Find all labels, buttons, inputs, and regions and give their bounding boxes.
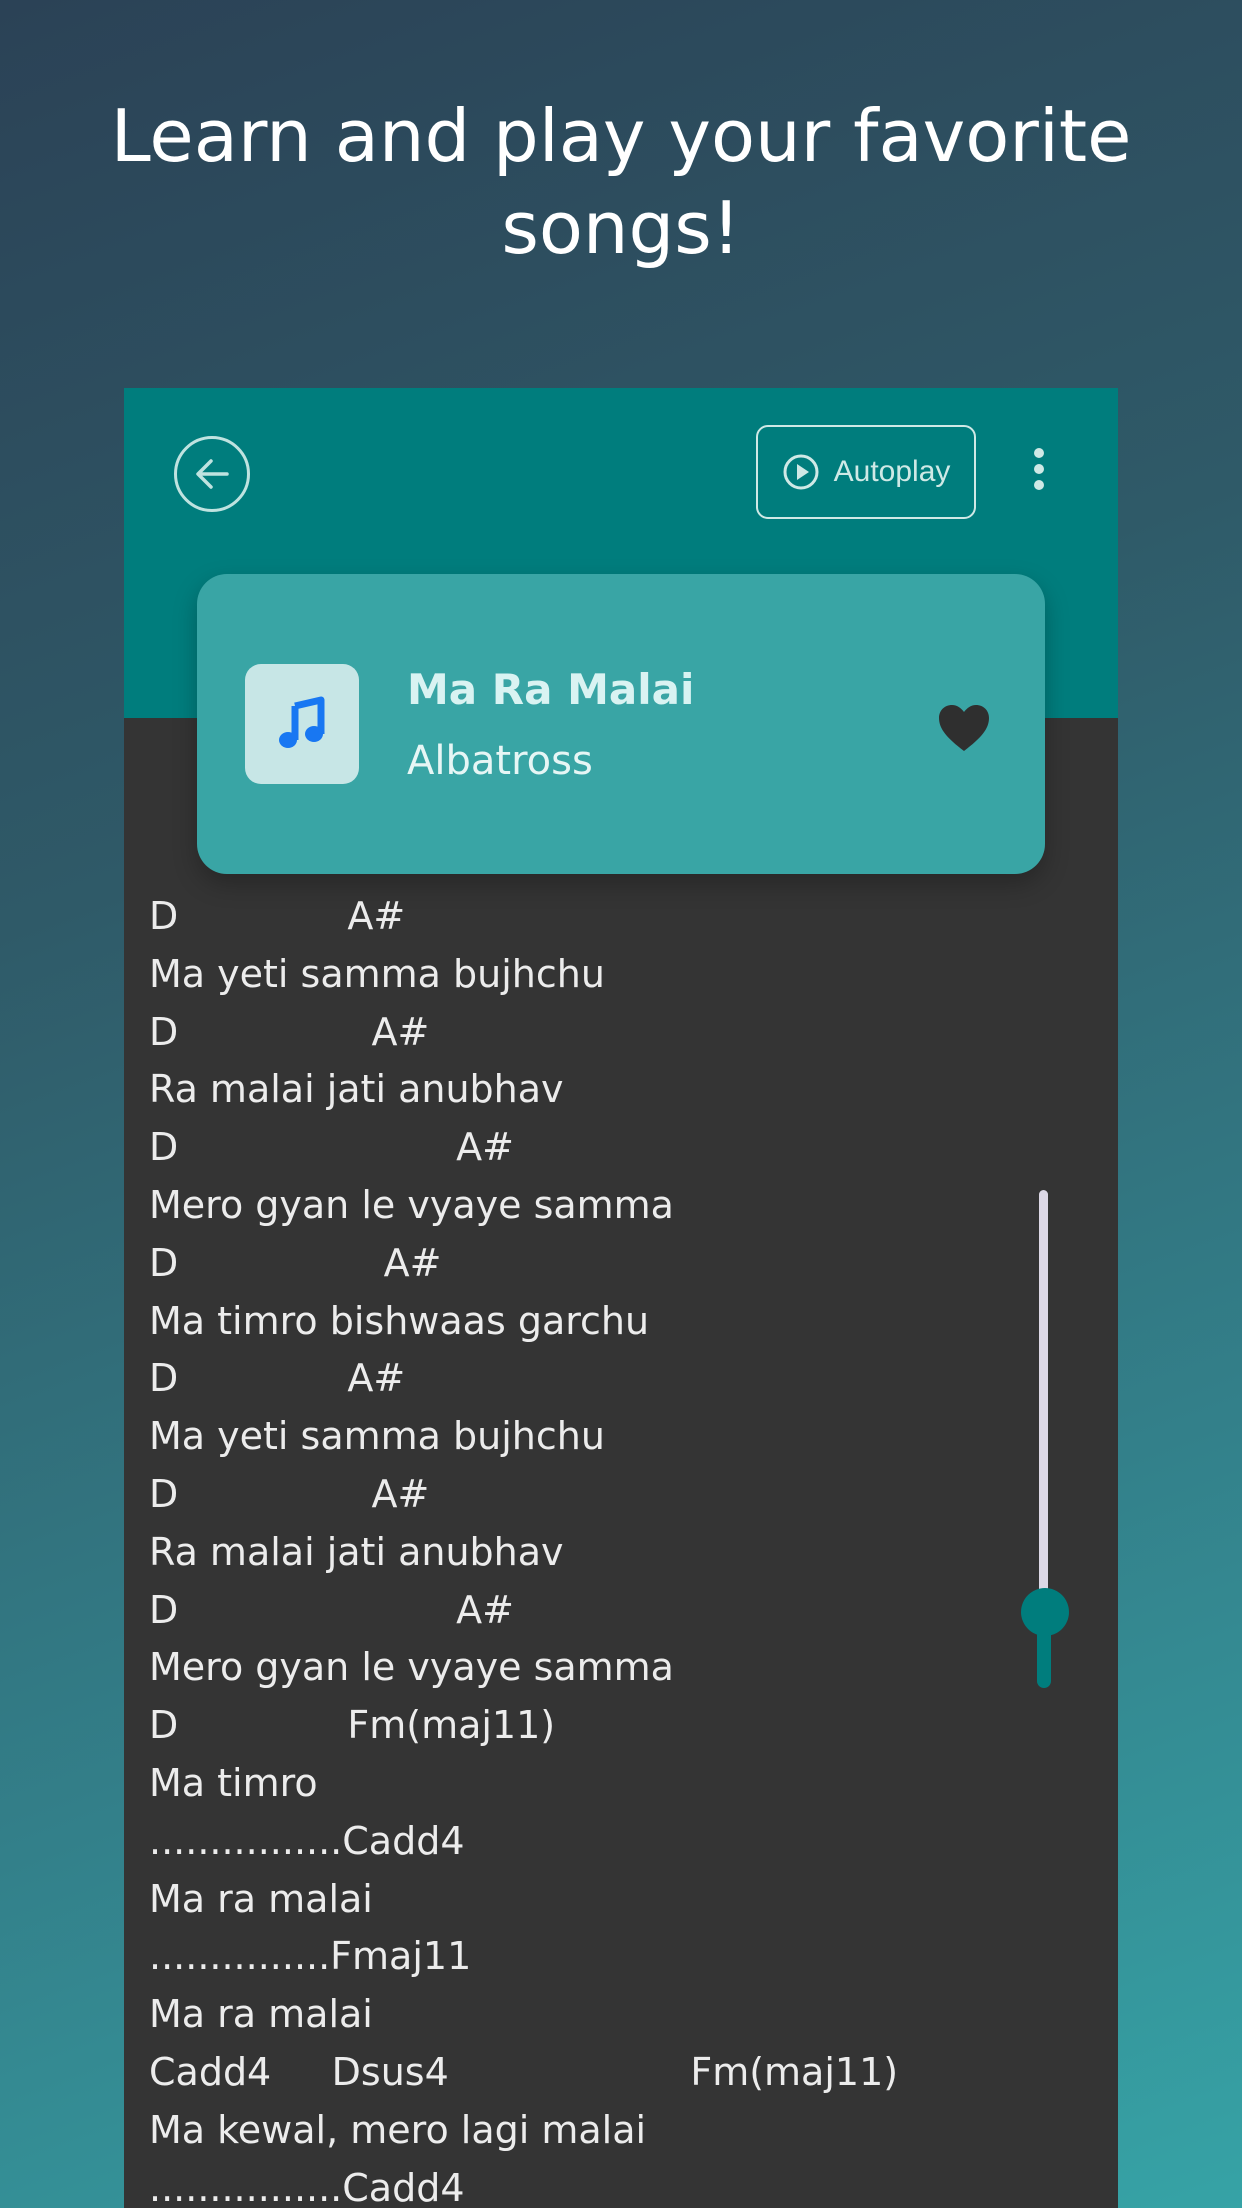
lyric-line: D A# [149, 1356, 406, 1401]
lyric-line: D A# [149, 1471, 430, 1516]
promo-headline: Learn and play your favorite songs! [0, 90, 1242, 274]
lyric-line: Ra malai jati anubhav [149, 1529, 564, 1574]
lyric-line: D A# [149, 1587, 514, 1632]
song-artist: Albatross [407, 738, 593, 784]
lyric-line: ...............Fmaj11 [149, 1934, 472, 1979]
lyric-line: Ma timro [149, 1760, 318, 1805]
scroll-speed-handle[interactable] [1021, 1588, 1069, 1636]
music-note-icon [279, 696, 325, 748]
song-title: Ma Ra Malai [407, 665, 695, 714]
lyric-line: Ma kewal, mero lagi malai [149, 2107, 647, 2152]
lyric-line: D A# [149, 894, 406, 938]
autoplay-label: Autoplay [833, 455, 951, 488]
lyric-line: Ma timro bishwaas garchu [149, 1298, 650, 1343]
play-circle-icon [783, 454, 819, 490]
lyric-line: Mero gyan le vyaye samma [149, 1182, 674, 1227]
lyric-line: ................Cadd4 [149, 2165, 465, 2208]
lyrics-sheet: D A# Ma yeti samma bujhchu D A# Ra malai ja… [149, 888, 949, 2208]
app-screen: Autoplay Ma Ra Malai Albatross D A# Ma y… [124, 388, 1118, 2208]
lyric-line: ................Cadd4 [149, 1818, 465, 1863]
lyric-line: Ma ra malai [149, 1992, 373, 2037]
lyric-line: D Fm(maj11) [149, 1703, 556, 1748]
back-button[interactable] [174, 436, 250, 512]
lyric-line: Mero gyan le vyaye samma [149, 1645, 674, 1690]
scroll-speed-fill [1037, 1628, 1051, 1688]
top-bar: Autoplay Ma Ra Malai Albatross [124, 388, 1118, 874]
more-options-button[interactable] [1024, 448, 1054, 498]
lyric-line: Ra malai jati anubhav [149, 1067, 564, 1112]
lyric-line: D A# [149, 1125, 514, 1170]
lyric-line: Cadd4 Dsus4 Fm(maj11) [149, 2049, 899, 2094]
lyric-line: D A# [149, 1009, 430, 1054]
arrow-left-circle-icon [196, 459, 229, 489]
song-artwork [245, 664, 359, 784]
lyric-line: D A# [149, 1240, 442, 1285]
headline-line-2: songs! [501, 186, 741, 270]
lyric-line: Ma ra malai [149, 1876, 373, 1921]
autoplay-button[interactable]: Autoplay [756, 425, 976, 519]
song-card: Ma Ra Malai Albatross [197, 574, 1045, 874]
lyric-line: Ma yeti samma bujhchu [149, 1414, 605, 1459]
lyric-line: Ma yeti samma bujhchu [149, 951, 605, 996]
favorite-button[interactable] [937, 704, 991, 754]
more-vertical-icon [1034, 448, 1044, 458]
heart-icon [939, 705, 989, 751]
headline-line-1: Learn and play your favorite [110, 94, 1132, 178]
